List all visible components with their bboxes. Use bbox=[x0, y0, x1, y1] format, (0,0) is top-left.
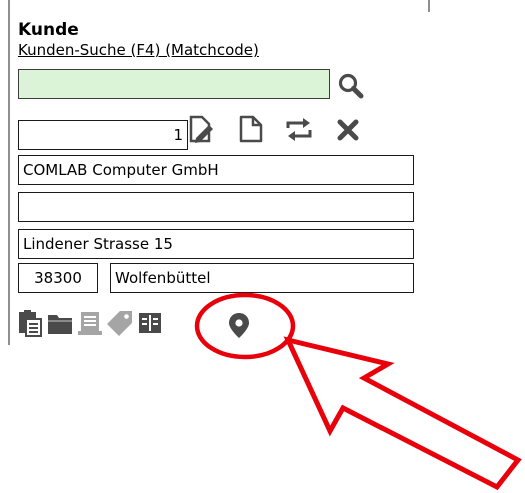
customer-search-input[interactable] bbox=[18, 69, 330, 99]
panel-right-border bbox=[428, 0, 430, 12]
folder-icon[interactable] bbox=[46, 309, 74, 341]
delete-icon[interactable] bbox=[334, 114, 364, 148]
new-document-icon[interactable] bbox=[236, 114, 266, 148]
edit-document-icon[interactable] bbox=[186, 114, 216, 148]
customer-search-link[interactable]: Kunden-Suche (F4) (Matchcode) bbox=[18, 41, 259, 59]
magnifier-icon[interactable] bbox=[336, 71, 366, 105]
street-field[interactable]: Lindener Strasse 15 bbox=[18, 229, 414, 259]
zip-code-field[interactable]: 38300 bbox=[18, 263, 98, 293]
tag-icon[interactable] bbox=[106, 309, 134, 341]
city-field[interactable]: Wolfenbüttel bbox=[110, 263, 414, 293]
section-title: Kunde bbox=[18, 20, 79, 40]
transfer-icon[interactable] bbox=[284, 114, 314, 148]
clipboard-icon[interactable] bbox=[16, 309, 44, 341]
document-list-icon[interactable] bbox=[76, 309, 104, 341]
name-line-2-field[interactable] bbox=[18, 192, 414, 222]
map-pin-icon[interactable] bbox=[226, 311, 252, 343]
address-book-icon[interactable] bbox=[136, 309, 164, 341]
panel-left-border bbox=[8, 0, 10, 345]
customer-number-field[interactable]: 1 bbox=[18, 120, 188, 150]
name-line-1-field[interactable]: COMLAB Computer GmbH bbox=[18, 155, 414, 185]
